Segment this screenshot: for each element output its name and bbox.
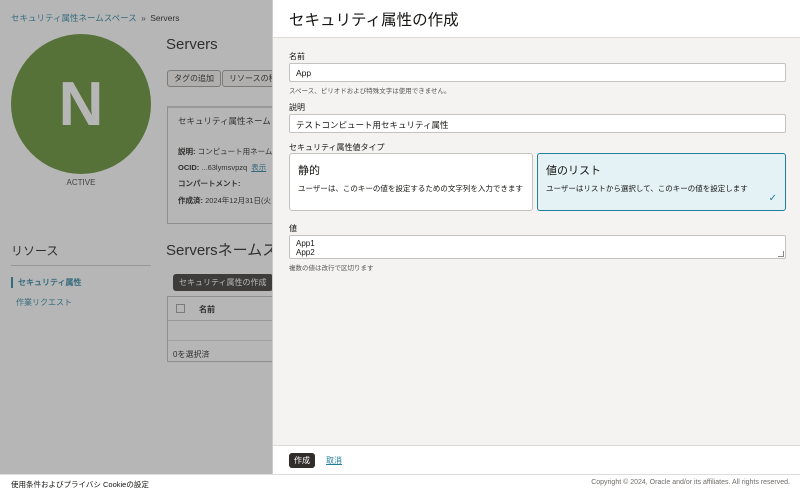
name-hint: スペース、ピリオドおよび特殊文字は使用できません。 <box>289 88 451 95</box>
modal-overlay[interactable] <box>0 0 272 474</box>
values-label: 値 <box>289 224 297 233</box>
value-type-label: セキュリティ属性値タイプ <box>289 143 385 152</box>
name-input[interactable]: App <box>289 63 786 82</box>
cookie-settings-link[interactable]: Cookieの設定 <box>103 479 149 490</box>
description-label: 説明 <box>289 103 305 112</box>
create-security-attribute-panel: セキュリティ属性の作成 名前 App スペース、ピリオドおよび特殊文字は使用でき… <box>272 0 800 474</box>
page-footer: 使用条件およびプライバシ Cookieの設定 Copyright © 2024,… <box>0 474 800 491</box>
value-line: App1 <box>296 239 315 248</box>
name-label: 名前 <box>289 52 305 61</box>
type-card-static[interactable]: 静的 ユーザーは、このキーの値を設定するための文字列を入力できます <box>289 153 533 211</box>
values-textarea[interactable]: App1 App2 <box>289 235 786 259</box>
type-card-list[interactable]: 値のリスト ユーザーはリストから選択して、このキーの値を設定します ✓ <box>537 153 786 211</box>
create-button[interactable]: 作成 <box>289 453 315 468</box>
panel-title: セキュリティ属性の作成 <box>289 12 459 29</box>
copyright-text: Copyright © 2024, Oracle and/or its affi… <box>591 479 790 486</box>
check-icon: ✓ <box>768 193 777 204</box>
values-hint: 複数の値は改行で区切ります <box>289 265 374 272</box>
terms-link[interactable]: 使用条件およびプライバシ <box>11 479 101 490</box>
value-line: App2 <box>296 248 315 257</box>
card-description: ユーザーは、このキーの値を設定するための文字列を入力できます <box>298 184 523 193</box>
card-title: 静的 <box>298 165 320 177</box>
cancel-link[interactable]: 取消 <box>326 455 342 466</box>
card-title: 値のリスト <box>546 165 601 177</box>
card-description: ユーザーはリストから選択して、このキーの値を設定します <box>546 184 748 193</box>
panel-footer: 作成 取消 <box>273 445 800 474</box>
resize-handle-icon[interactable] <box>778 251 784 257</box>
panel-header: セキュリティ属性の作成 <box>273 0 800 38</box>
description-input[interactable]: テストコンピュート用セキュリティ属性 <box>289 114 786 133</box>
